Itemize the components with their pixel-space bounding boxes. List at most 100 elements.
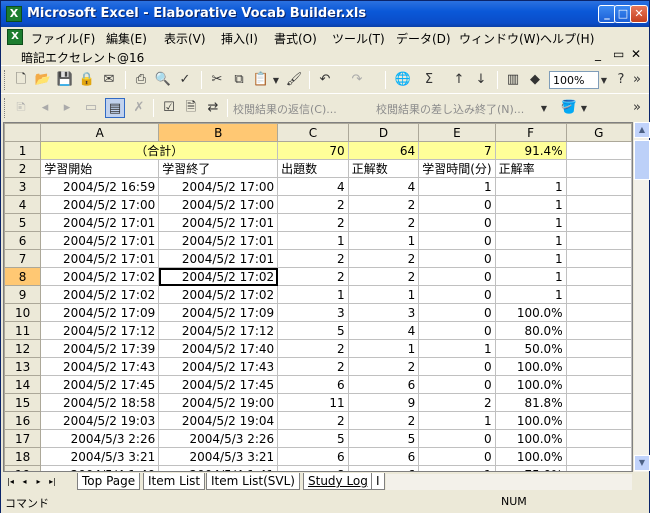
question-count-cell[interactable]: 2 <box>277 267 349 286</box>
empty-cell[interactable] <box>565 213 632 232</box>
close-button[interactable]: ✕ <box>630 5 648 23</box>
row-header[interactable]: 18 <box>4 447 42 466</box>
start-time-cell[interactable]: 2004/5/2 17:01 <box>40 213 160 232</box>
header-cell[interactable]: 学習開始 <box>40 159 160 178</box>
sheet-tab-top-page[interactable]: Top Page <box>77 473 141 490</box>
toolbar-grip[interactable] <box>4 70 7 90</box>
empty-cell[interactable] <box>565 267 632 286</box>
empty-cell[interactable] <box>565 177 632 196</box>
fill-color-dropdown-icon[interactable]: ▼ <box>579 98 589 118</box>
empty-cell[interactable] <box>565 375 632 394</box>
send-review-icon[interactable]: ⇄ <box>203 98 223 118</box>
study-minutes-cell[interactable]: 0 <box>418 249 496 268</box>
redo-icon[interactable]: ↷ <box>347 70 367 90</box>
column-header[interactable]: B <box>158 123 279 142</box>
end-review-button[interactable]: 校閲結果の差し込み終了(N)... <box>376 101 524 117</box>
reply-with-changes-button[interactable]: 校閲結果の返信(C)... <box>233 101 337 117</box>
end-time-cell[interactable]: 2004/5/3 3:21 <box>158 447 279 466</box>
end-time-cell[interactable]: 2004/5/2 19:00 <box>158 393 279 412</box>
name-box[interactable]: 暗記エクセレント@16 <box>21 49 144 66</box>
accuracy-cell[interactable]: 80.0% <box>494 321 567 340</box>
correct-count-cell[interactable]: 2 <box>347 249 420 268</box>
study-minutes-cell[interactable]: 0 <box>418 375 496 394</box>
sort-descending-icon[interactable]: ↓ <box>471 70 491 90</box>
correct-count-cell[interactable]: 9 <box>347 393 420 412</box>
end-time-cell[interactable]: 2004/5/2 17:01 <box>158 213 279 232</box>
study-minutes-cell[interactable]: 0 <box>418 447 496 466</box>
format-painter-icon[interactable]: 🖌 <box>284 70 304 90</box>
scroll-thumb[interactable] <box>634 140 650 180</box>
empty-cell[interactable] <box>565 141 632 160</box>
accuracy-cell[interactable]: 100.0% <box>494 411 567 430</box>
accuracy-cell[interactable]: 1 <box>494 177 567 196</box>
end-time-cell[interactable]: 2004/5/4 1:41 <box>158 465 279 471</box>
correct-count-cell[interactable]: 1 <box>347 339 420 358</box>
question-count-cell[interactable]: 5 <box>277 321 349 340</box>
question-count-cell[interactable]: 2 <box>277 195 349 214</box>
doc-restore-button[interactable]: ▭ <box>613 47 624 61</box>
sheet-tab-partial[interactable]: I <box>371 473 385 490</box>
correct-count-cell[interactable]: 6 <box>347 465 420 471</box>
end-time-cell[interactable]: 2004/5/2 19:04 <box>158 411 279 430</box>
next-sheet-arrow[interactable]: ▸ <box>33 475 44 488</box>
question-count-cell[interactable]: 2 <box>277 249 349 268</box>
column-header[interactable]: E <box>418 123 496 142</box>
start-time-cell[interactable]: 2004/5/2 17:09 <box>40 303 160 322</box>
question-count-cell[interactable]: 1 <box>277 285 349 304</box>
empty-cell[interactable] <box>565 339 632 358</box>
correct-count-cell[interactable]: 1 <box>347 285 420 304</box>
paste-icon[interactable]: 📋 <box>251 70 271 90</box>
correct-count-cell[interactable]: 5 <box>347 429 420 448</box>
open-icon[interactable]: 📂 <box>33 70 53 90</box>
menu-format[interactable]: 書式(O) <box>274 30 317 47</box>
row-header[interactable]: 14 <box>4 375 42 394</box>
start-time-cell[interactable]: 2004/5/2 17:01 <box>40 231 160 250</box>
question-count-cell[interactable]: 2 <box>277 411 349 430</box>
start-time-cell[interactable]: 2004/5/2 16:59 <box>40 177 160 196</box>
empty-cell[interactable] <box>565 429 632 448</box>
empty-cell[interactable] <box>565 321 632 340</box>
vertical-scrollbar[interactable]: ▲ ▼ <box>633 122 650 472</box>
zoom-dropdown-icon[interactable]: ▼ <box>599 70 609 90</box>
row-header[interactable]: 2 <box>4 159 42 178</box>
accuracy-cell[interactable]: 75.0% <box>494 465 567 471</box>
previous-comment-icon[interactable]: ◂ <box>35 98 55 118</box>
hyperlink-icon[interactable]: 🌐 <box>393 70 413 90</box>
column-header[interactable]: F <box>494 123 567 142</box>
first-sheet-arrow[interactable]: |◂ <box>5 475 16 488</box>
row-header[interactable]: 16 <box>4 411 42 430</box>
end-time-cell[interactable]: 2004/5/2 17:40 <box>158 339 279 358</box>
accuracy-cell[interactable]: 50.0% <box>494 339 567 358</box>
end-time-cell[interactable]: 2004/5/3 2:26 <box>158 429 279 448</box>
start-time-cell[interactable]: 2004/5/2 17:39 <box>40 339 160 358</box>
row-header[interactable]: 1 <box>4 141 42 160</box>
start-time-cell[interactable]: 2004/5/2 19:03 <box>40 411 160 430</box>
new-comment-icon[interactable]: 🗈 <box>11 98 31 118</box>
horizontal-scrollbar[interactable] <box>386 473 632 490</box>
row-header[interactable]: 10 <box>4 303 42 322</box>
start-time-cell[interactable]: 2004/5/3 2:26 <box>40 429 160 448</box>
end-time-cell[interactable]: 2004/5/2 17:02 <box>158 285 279 304</box>
question-count-cell[interactable]: 3 <box>277 303 349 322</box>
header-cell[interactable]: 正解率 <box>494 159 567 178</box>
accuracy-cell[interactable]: 100.0% <box>494 429 567 448</box>
track-changes-icon[interactable]: ☑ <box>159 98 179 118</box>
spreadsheet-grid[interactable]: A B C D E F G 1 （合計） 70 64 7 91.4% 2 学習開… <box>3 122 633 472</box>
row-header[interactable]: 15 <box>4 393 42 412</box>
save-icon[interactable]: 💾 <box>55 70 75 90</box>
question-count-cell[interactable]: 5 <box>277 429 349 448</box>
empty-cell[interactable] <box>565 195 632 214</box>
empty-cell[interactable] <box>565 249 632 268</box>
chart-wizard-icon[interactable]: ▥ <box>503 70 523 90</box>
accuracy-cell[interactable]: 100.0% <box>494 303 567 322</box>
row-header[interactable]: 4 <box>4 195 42 214</box>
menu-data[interactable]: データ(D) <box>396 30 451 47</box>
question-count-cell[interactable]: 4 <box>277 177 349 196</box>
accuracy-cell[interactable]: 1 <box>494 213 567 232</box>
correct-count-cell[interactable]: 1 <box>347 231 420 250</box>
prev-sheet-arrow[interactable]: ◂ <box>19 475 30 488</box>
scroll-down-arrow[interactable]: ▼ <box>634 455 650 471</box>
accuracy-cell[interactable]: 1 <box>494 195 567 214</box>
new-icon[interactable]: 🗋 <box>11 70 31 90</box>
menu-file[interactable]: ファイル(F) <box>31 30 95 47</box>
